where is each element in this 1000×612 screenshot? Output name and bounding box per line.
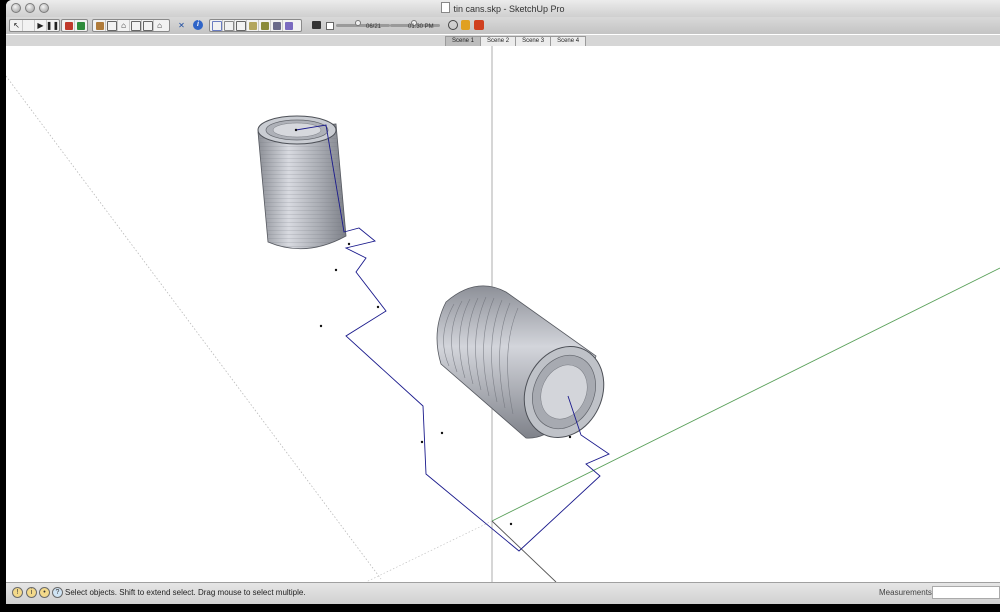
hidden-line-icon: [235, 20, 246, 31]
views-group: ⌂ ⌂: [92, 19, 170, 32]
play-icon: ▶: [37, 21, 44, 30]
style-extra-button[interactable]: [283, 20, 294, 31]
right-view-button[interactable]: [130, 20, 142, 31]
xray-style-button[interactable]: [211, 20, 223, 31]
arrow-icon: ↖: [13, 21, 20, 30]
date-slider-knob[interactable]: [355, 20, 361, 26]
shaded-style-button[interactable]: [247, 20, 259, 31]
red-tool-icon: [64, 21, 73, 30]
measurements-label: Measurements: [879, 588, 932, 597]
styles-group: [209, 19, 302, 32]
shaded-icon: [248, 21, 257, 30]
credits-icon[interactable]: i: [26, 587, 37, 598]
time-readout: 01:30 PM: [408, 24, 434, 30]
warehouse-icon[interactable]: [461, 20, 470, 30]
app-window: tin cans.skp - SketchUp Pro ↖ ▶ ❚❚ ⌂ ⌂ ✕…: [0, 0, 1000, 612]
hidden-line-style-button[interactable]: [235, 20, 247, 31]
status-hint: Select objects. Shift to extend select. …: [65, 588, 306, 597]
toolbar: ↖ ▶ ❚❚ ⌂ ⌂ ✕ i: [6, 17, 1000, 34]
pause-icon: ❚❚: [45, 21, 60, 30]
green-tool-icon: [76, 21, 85, 30]
red-tool-button[interactable]: [63, 20, 75, 31]
date-slider-track[interactable]: [336, 24, 390, 27]
title-bar: tin cans.skp - SketchUp Pro: [6, 0, 1000, 18]
pause-button[interactable]: ❚❚: [45, 20, 60, 31]
lying-tin-can[interactable]: [436, 285, 618, 451]
cross-tool-button[interactable]: ✕: [176, 20, 187, 31]
info-icon[interactable]: i: [193, 20, 203, 30]
shadows-checkbox[interactable]: [326, 22, 334, 30]
iso-icon: [95, 21, 104, 30]
left-view-button[interactable]: ⌂: [154, 20, 165, 31]
window-title-wrap: tin cans.skp - SketchUp Pro: [6, 2, 1000, 14]
cross-icon: ✕: [178, 21, 185, 30]
house-icon: ⌂: [121, 21, 126, 30]
back-view-icon: [142, 20, 153, 31]
help-icon[interactable]: ?: [52, 587, 63, 598]
wireframe-style-button[interactable]: [223, 20, 235, 31]
iso-view-button[interactable]: [94, 20, 106, 31]
textured-style-button[interactable]: [259, 20, 271, 31]
top-view-icon: [106, 20, 117, 31]
select-tool-button[interactable]: ↖: [11, 20, 23, 31]
wireframe-icon: [223, 20, 234, 31]
date-readout: 06/21: [366, 24, 382, 30]
green-tool-button[interactable]: [75, 20, 86, 31]
model-viewport[interactable]: [6, 46, 1000, 583]
measurements-field[interactable]: [932, 586, 1000, 599]
shadow-icon[interactable]: [312, 21, 321, 29]
window-title: tin cans.skp - SketchUp Pro: [453, 4, 565, 14]
layers-group: [61, 19, 88, 32]
user-icon[interactable]: •: [39, 587, 50, 598]
right-view-icon: [130, 20, 141, 31]
scene-canvas[interactable]: [6, 46, 1000, 583]
status-bar: ! i • ? Select objects. Shift to extend …: [6, 582, 1000, 604]
extension-icon[interactable]: [474, 20, 484, 30]
style-extra-icon: [284, 21, 293, 30]
window-frame: tin cans.skp - SketchUp Pro ↖ ▶ ❚❚ ⌂ ⌂ ✕…: [6, 0, 1000, 604]
orbit-tool-icon[interactable]: [448, 20, 458, 30]
green-axis-dotted: [365, 520, 493, 583]
monochrome-icon: [272, 21, 281, 30]
back-view-button[interactable]: [142, 20, 154, 31]
upright-tin-can[interactable]: [257, 115, 347, 250]
geo-location-icon[interactable]: !: [12, 587, 23, 598]
textured-icon: [260, 21, 269, 30]
playback-group: ↖ ▶ ❚❚: [9, 19, 60, 32]
front-view-button[interactable]: ⌂: [118, 20, 130, 31]
red-axis: [491, 520, 557, 583]
blank-button[interactable]: [23, 20, 35, 31]
house-icon: ⌂: [157, 21, 162, 30]
top-view-button[interactable]: [106, 20, 118, 31]
xray-icon: [211, 20, 222, 31]
document-icon: [441, 2, 451, 13]
monochrome-style-button[interactable]: [271, 20, 283, 31]
scene-tabs: Scene 1 Scene 2 Scene 3 Scene 4: [445, 36, 587, 47]
